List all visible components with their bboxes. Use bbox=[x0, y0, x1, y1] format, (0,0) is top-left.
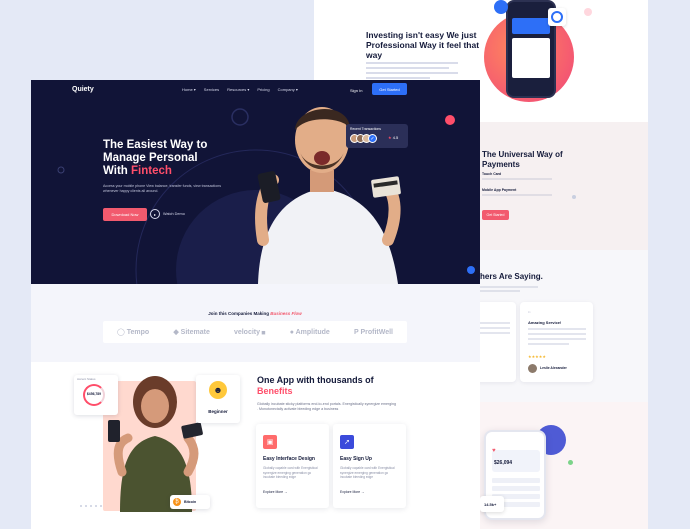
benefits-description: Globally incubate sticky platforms end-t… bbox=[257, 402, 397, 411]
testimonial-title: Amazing Service! bbox=[528, 320, 562, 325]
hero-title-line: Manage Personal bbox=[103, 152, 198, 164]
company-logos: ◯ Tempo ◆ Sitemate velocity ◼ ● Amplitud… bbox=[103, 321, 407, 343]
decorative-dot bbox=[584, 8, 592, 16]
velocity-icon: ◼ bbox=[260, 329, 266, 336]
company-logo: ◯ Tempo bbox=[117, 328, 149, 336]
star-icon: ★ bbox=[388, 135, 392, 140]
company-logo: ● Amplitude bbox=[290, 329, 330, 336]
feature-card: ▣ Easy Interface Design Globally capable… bbox=[256, 424, 329, 508]
sitemate-icon: ◆ bbox=[173, 329, 181, 336]
recent-transactions-label: Recent Transactions bbox=[350, 127, 381, 131]
feature-title: Easy Sign Up bbox=[340, 456, 372, 462]
company-logo-text: Amplitude bbox=[295, 328, 330, 336]
get-started-button[interactable]: Get Started bbox=[372, 83, 407, 95]
investing-title: Investing isn't easy We just Professiona… bbox=[366, 30, 480, 60]
phone-balance: $26,094 bbox=[494, 460, 513, 466]
payment-item-text bbox=[482, 194, 552, 196]
decorative-dot bbox=[568, 460, 573, 465]
payments-get-started-button[interactable]: Get Started bbox=[482, 210, 509, 220]
signup-icon: ➚ bbox=[340, 435, 354, 449]
badge-card: ☻ Beginner bbox=[196, 375, 240, 423]
account-status-card: Accent Status $456,789 bbox=[74, 375, 118, 415]
account-status-label: Accent Status bbox=[77, 377, 96, 381]
explore-more-link[interactable]: Explore More → bbox=[340, 490, 365, 494]
user-avatar-icon: ☻ bbox=[209, 381, 227, 399]
main-nav: Home ▾ Services Resources ▾ Pricing Comp… bbox=[182, 87, 298, 92]
decorative-dot bbox=[572, 195, 576, 199]
nav-home[interactable]: Home ▾ bbox=[182, 87, 196, 92]
company-logo-text: ProfitWell bbox=[360, 328, 393, 336]
logo[interactable]: Quiety bbox=[72, 86, 94, 93]
bitcoin-icon: ₿ bbox=[173, 498, 181, 506]
rating-value: 4.5 bbox=[392, 135, 399, 140]
download-now-button[interactable]: Download Now bbox=[103, 208, 147, 221]
payment-item: Mobile App Payment bbox=[482, 188, 517, 192]
benefits-title-highlight: Benefits bbox=[257, 386, 293, 396]
logo-text: Quiety bbox=[72, 86, 94, 93]
testimonials-subtitle bbox=[480, 290, 520, 292]
testimonial-card: “ Amazing Service! ★★★★★ Leslie Alexande… bbox=[520, 302, 593, 382]
badge-role: Beginner bbox=[208, 409, 228, 414]
company-logo-text: Tempo bbox=[126, 329, 150, 336]
bitcoin-label: Bitcoin bbox=[184, 500, 197, 504]
watch-demo-label: Watch Demo bbox=[163, 212, 185, 216]
company-logo: velocity ◼ bbox=[234, 329, 266, 336]
bitcoin-card: ₿ Bitcoin bbox=[170, 495, 210, 509]
avatar bbox=[528, 364, 537, 373]
benefits-title: One App with thousands of Benefits bbox=[257, 375, 397, 397]
explore-more-link[interactable]: Explore More → bbox=[263, 490, 288, 494]
hero-title-line: The Easiest Way to bbox=[103, 139, 208, 151]
nav-services[interactable]: Services bbox=[204, 87, 219, 92]
stat-card: 14.5k+ bbox=[480, 496, 504, 512]
decorative-dots bbox=[80, 505, 110, 507]
play-icon: ▸ bbox=[150, 209, 160, 219]
payments-title: The Universal Way of Payments bbox=[482, 150, 563, 169]
nav-pricing[interactable]: Pricing bbox=[257, 87, 269, 92]
company-logo: ◆ Sitemate bbox=[173, 328, 210, 336]
avatar-group: ✓ bbox=[350, 134, 377, 143]
nav-company[interactable]: Company ▾ bbox=[278, 87, 298, 92]
star-rating-icon: ★★★★★ bbox=[528, 354, 546, 359]
stat-card bbox=[548, 8, 566, 26]
company-logo: P ProfitWell bbox=[354, 329, 393, 336]
stat-value: 14.5k+ bbox=[484, 502, 497, 507]
hero-title-line: With bbox=[103, 165, 128, 177]
tempo-icon: ◯ bbox=[117, 329, 127, 336]
companies-heading: Join this Companies Making Business Flow bbox=[100, 311, 410, 316]
company-logo-text: velocity bbox=[233, 328, 261, 336]
hero-description: Access your mobile phone View balance, t… bbox=[103, 184, 221, 193]
recent-transactions-card: Recent Transactions ✓ ★ 4.5 bbox=[346, 124, 408, 148]
quote-icon: “ bbox=[528, 310, 531, 319]
heart-icon: ♥ bbox=[492, 448, 496, 454]
company-logo-text: Sitemate bbox=[180, 329, 210, 336]
rating: ★ 4.5 bbox=[388, 135, 398, 140]
payment-item: Touch Card bbox=[482, 172, 502, 176]
account-status-value: $456,789 bbox=[86, 392, 102, 396]
sign-in-link[interactable]: Sign In bbox=[350, 88, 362, 93]
check-icon: ✓ bbox=[368, 134, 377, 143]
testimonial-name: Leslie Alexander bbox=[540, 366, 567, 370]
payment-item-text bbox=[482, 178, 552, 180]
benefits-title-line: One App with thousands of bbox=[257, 375, 374, 385]
companies-heading-highlight: Business Flow bbox=[270, 311, 302, 316]
testimonials-subtitle bbox=[480, 286, 538, 288]
watch-demo-link[interactable]: ▸ Watch Demo bbox=[150, 209, 185, 219]
hero-title-highlight: Fintech bbox=[131, 165, 172, 177]
testimonials-title: hers Are Saying. bbox=[480, 272, 543, 281]
testimonial-card bbox=[474, 302, 516, 382]
investing-text bbox=[366, 62, 458, 79]
feature-description: Globally capable card with Energistical … bbox=[263, 466, 318, 479]
design-icon: ▣ bbox=[263, 435, 277, 449]
companies-heading-text: Join this Companies Making bbox=[208, 311, 269, 316]
hero-title: The Easiest Way to Manage Personal With … bbox=[103, 139, 243, 178]
feature-card: ➚ Easy Sign Up Globally capable card wit… bbox=[333, 424, 406, 508]
feature-description: Globally capable card with Energistical … bbox=[340, 466, 395, 479]
feature-title: Easy Interface Design bbox=[263, 456, 315, 462]
decorative-dot bbox=[494, 0, 508, 14]
nav-resources[interactable]: Resources ▾ bbox=[227, 87, 249, 92]
